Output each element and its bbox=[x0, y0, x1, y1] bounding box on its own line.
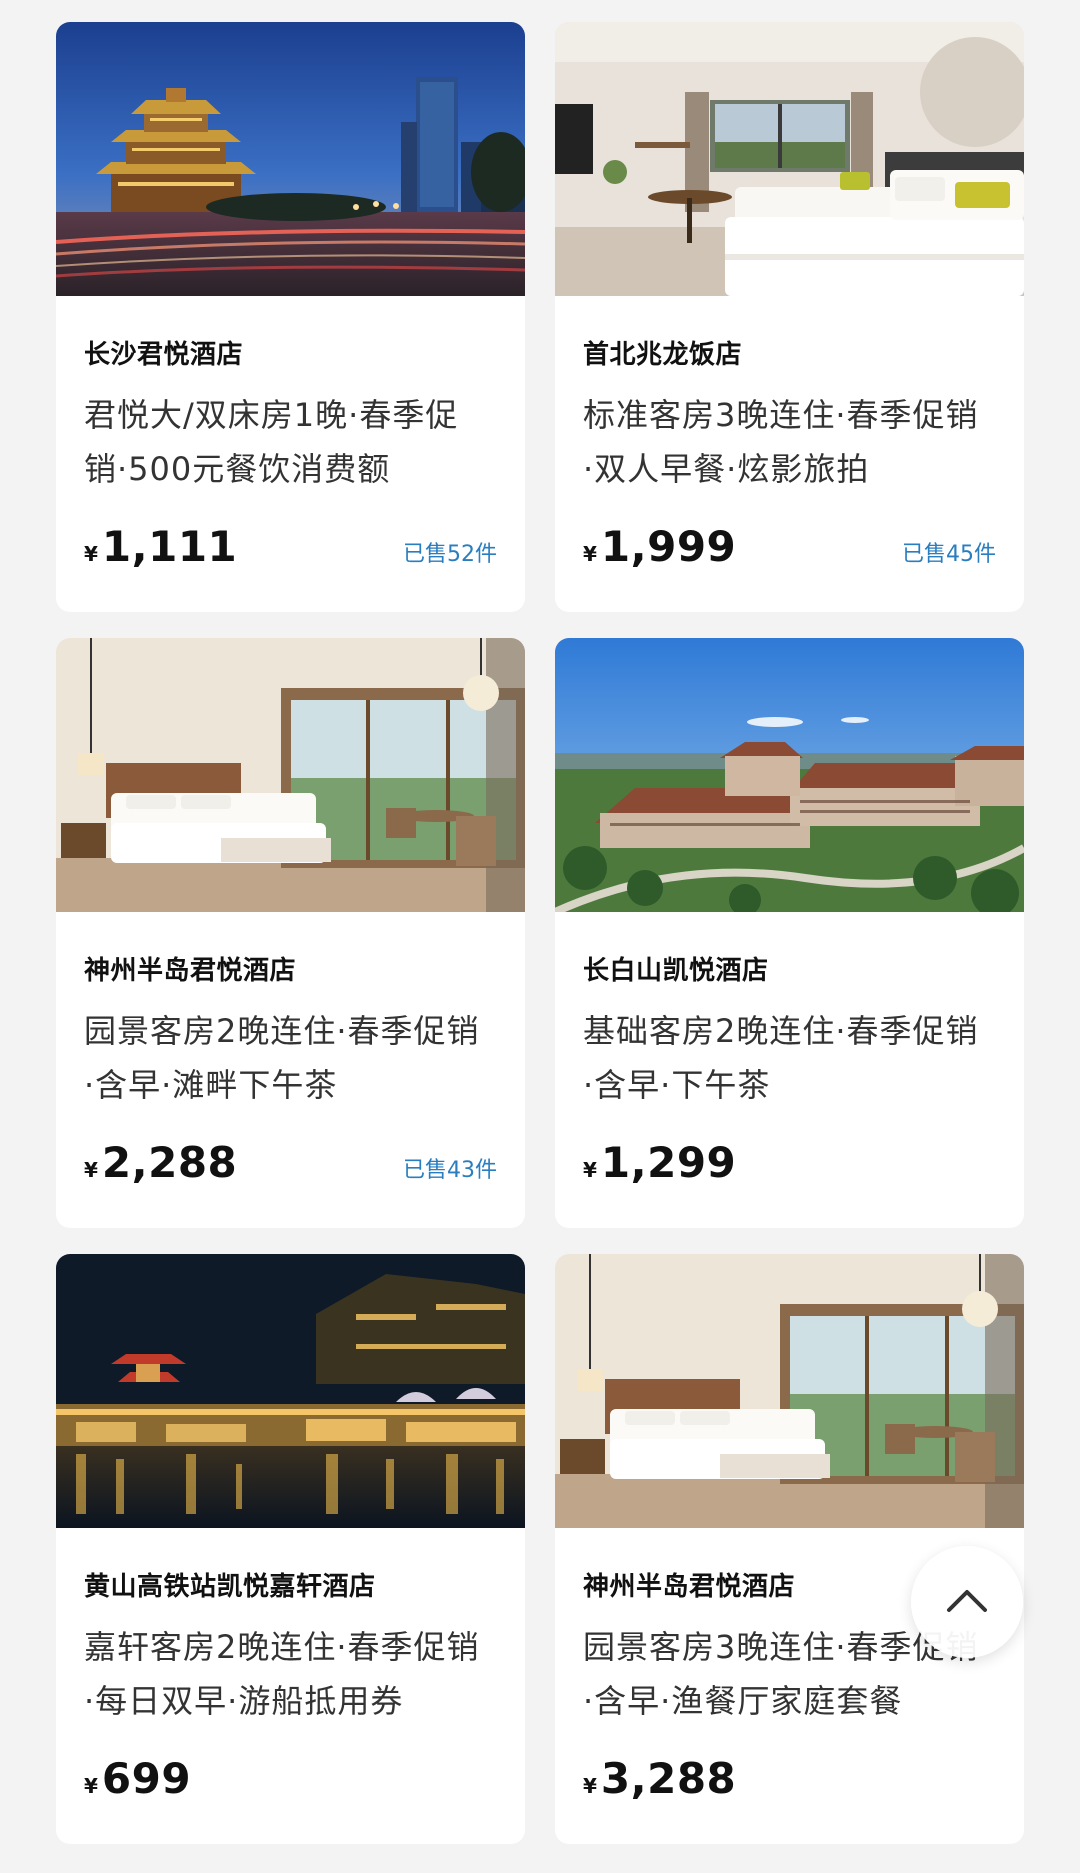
back-to-top-button[interactable] bbox=[911, 1546, 1023, 1658]
currency-symbol: ¥ bbox=[583, 1158, 597, 1182]
package-description: 标准客房3晚连住·春季促销·双人早餐·炫影旅拍 bbox=[583, 396, 979, 488]
price: ¥1,999 bbox=[583, 522, 736, 571]
price: ¥699 bbox=[84, 1754, 191, 1803]
price-amount: 3,288 bbox=[600, 1754, 737, 1803]
product-grid: 长沙君悦酒店 君悦大/双床房1晚·春季促销·500元餐饮消费额 ¥1,111 已… bbox=[56, 22, 1024, 1844]
product-card[interactable]: 长白山凯悦酒店 基础客房2晚连住·春季促销·含早·下午茶 ¥1,299 bbox=[555, 638, 1024, 1228]
product-card[interactable]: 首北兆龙饭店 标准客房3晚连住·春季促销·双人早餐·炫影旅拍 ¥1,999 已售… bbox=[555, 22, 1024, 612]
hotel-photo bbox=[555, 1254, 1024, 1528]
hotel-name: 神州半岛君悦酒店 bbox=[84, 956, 297, 986]
sold-count: 已售45件 bbox=[902, 542, 996, 567]
hotel-name: 长沙君悦酒店 bbox=[84, 340, 244, 370]
hotel-photo bbox=[555, 22, 1024, 296]
hotel-photo bbox=[56, 638, 525, 912]
currency-symbol: ¥ bbox=[583, 1774, 597, 1798]
sold-count: 已售43件 bbox=[403, 1158, 497, 1183]
package-description: 君悦大/双床房1晚·春季促销·500元餐饮消费额 bbox=[84, 396, 459, 488]
currency-symbol: ¥ bbox=[84, 542, 98, 566]
currency-symbol: ¥ bbox=[84, 1774, 98, 1798]
price-amount: 699 bbox=[101, 1754, 192, 1803]
currency-symbol: ¥ bbox=[84, 1158, 98, 1182]
price: ¥1,111 bbox=[84, 522, 237, 571]
price-amount: 1,111 bbox=[101, 522, 238, 571]
price-amount: 1,999 bbox=[600, 522, 737, 571]
hotel-photo bbox=[56, 1254, 525, 1528]
package-description: 园景客房2晚连住·春季促销·含早·滩畔下午茶 bbox=[84, 1012, 480, 1104]
hotel-name: 黄山高铁站凯悦嘉轩酒店 bbox=[84, 1572, 376, 1602]
product-card[interactable]: 长沙君悦酒店 君悦大/双床房1晚·春季促销·500元餐饮消费额 ¥1,111 已… bbox=[56, 22, 525, 612]
price: ¥3,288 bbox=[583, 1754, 736, 1803]
package-description: 嘉轩客房2晚连住·春季促销·每日双早·游船抵用券 bbox=[84, 1628, 480, 1720]
price: ¥1,299 bbox=[583, 1138, 736, 1187]
price: ¥2,288 bbox=[84, 1138, 237, 1187]
hotel-photo bbox=[56, 22, 525, 296]
chevron-up-icon bbox=[945, 1586, 989, 1618]
price-amount: 1,299 bbox=[600, 1138, 737, 1187]
hotel-name: 长白山凯悦酒店 bbox=[583, 956, 769, 986]
product-card[interactable]: 黄山高铁站凯悦嘉轩酒店 嘉轩客房2晚连住·春季促销·每日双早·游船抵用券 ¥69… bbox=[56, 1254, 525, 1844]
product-card[interactable]: 神州半岛君悦酒店 园景客房2晚连住·春季促销·含早·滩畔下午茶 ¥2,288 已… bbox=[56, 638, 525, 1228]
package-description: 基础客房2晚连住·春季促销·含早·下午茶 bbox=[583, 1012, 979, 1104]
price-amount: 2,288 bbox=[101, 1138, 238, 1187]
sold-count: 已售52件 bbox=[403, 542, 497, 567]
hotel-photo bbox=[555, 638, 1024, 912]
currency-symbol: ¥ bbox=[583, 542, 597, 566]
hotel-name: 首北兆龙饭店 bbox=[583, 340, 743, 370]
hotel-name: 神州半岛君悦酒店 bbox=[583, 1572, 796, 1602]
